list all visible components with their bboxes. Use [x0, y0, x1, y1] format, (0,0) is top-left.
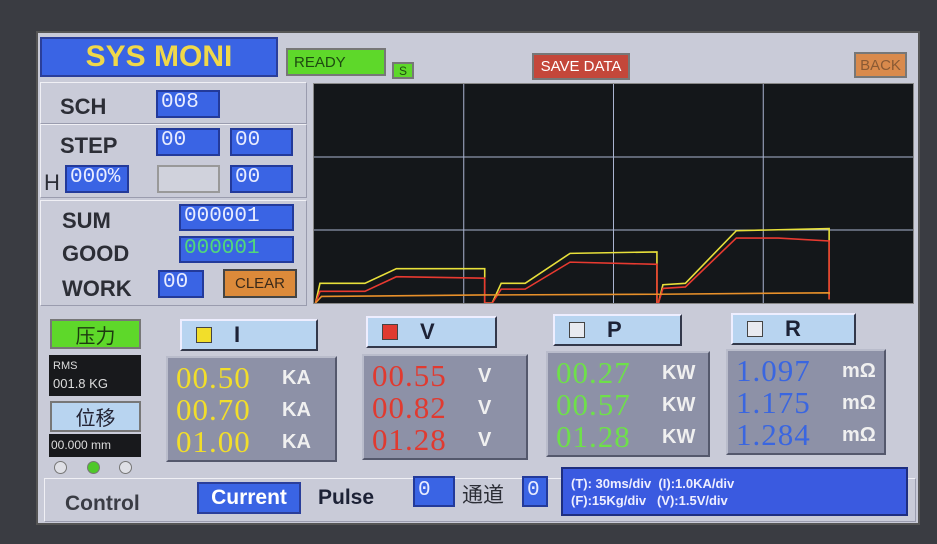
h-empty-field[interactable]	[157, 165, 220, 193]
value-row: 00.27 KW	[556, 355, 700, 390]
value-row: 01.28 V	[372, 422, 518, 457]
good-field: 000001	[179, 236, 294, 263]
channel-value: 01.28	[556, 419, 631, 454]
channel-field[interactable]: 0	[522, 476, 548, 507]
indicator-3	[119, 461, 132, 474]
channel-value: 1.284	[736, 417, 811, 452]
sum-field: 000001	[179, 204, 294, 231]
sch-field[interactable]: 008	[156, 90, 220, 118]
scale-info-box: (T): 30ms/div (I):1.0KA/div (F):15Kg/div…	[561, 467, 908, 516]
value-row: 00.57 KW	[556, 387, 700, 422]
pulse-button[interactable]: Pulse	[318, 486, 374, 510]
channel-unit: V	[478, 428, 492, 451]
channel-color-checkbox[interactable]	[196, 327, 212, 343]
channel-color-checkbox[interactable]	[382, 324, 398, 340]
channel-unit: KW	[662, 361, 696, 384]
displacement-button[interactable]: 位移	[50, 401, 141, 432]
clear-button[interactable]: CLEAR	[223, 269, 297, 298]
scale-v: (V):1.5V/div	[656, 493, 728, 508]
channel-tab-v[interactable]: V	[366, 316, 497, 348]
value-row: 00.70 KA	[176, 392, 327, 427]
channel-values-p: 00.27 KW 00.57 KW 01.28 KW	[546, 351, 710, 457]
work-label: WORK	[62, 276, 132, 301]
back-button[interactable]: BACK	[854, 52, 907, 78]
h-label: H	[44, 170, 60, 195]
channel-values-r: 1.097 mΩ 1.175 mΩ 1.284 mΩ	[726, 349, 886, 455]
ready-status: READY	[286, 48, 386, 76]
channel-tab-p[interactable]: P	[553, 314, 682, 346]
channel-label: R	[785, 316, 801, 341]
value-row: 1.284 mΩ	[736, 417, 876, 452]
channel-unit: mΩ	[842, 423, 876, 446]
h-percent-field[interactable]: 000%	[65, 165, 129, 193]
hmi-screen: SYS MONI READY S SAVE DATA BACK SCH 008 …	[36, 31, 920, 525]
channel-value: 00.50	[176, 360, 251, 395]
sum-label: SUM	[62, 208, 111, 233]
channel-value: 1.175	[736, 385, 811, 420]
channel-value: 00.82	[372, 390, 447, 425]
step-field-1[interactable]: 00	[156, 128, 220, 156]
channel-unit: KA	[282, 398, 311, 421]
value-row: 00.82 V	[372, 390, 518, 425]
value-row: 1.097 mΩ	[736, 353, 876, 388]
channel-label: I	[234, 322, 241, 347]
scale-t: (T): 30ms/div	[571, 476, 652, 491]
rms-label: RMS	[53, 360, 78, 372]
trace-i	[314, 227, 830, 303]
channel-unit: KA	[282, 430, 311, 453]
channel-unit: KW	[662, 393, 696, 416]
channel-unit: mΩ	[842, 391, 876, 414]
pressure-button[interactable]: 压力	[50, 319, 141, 349]
scale-f: (F):15Kg/div	[571, 493, 647, 508]
channel-label: V	[420, 319, 435, 344]
scale-i: (I):1.0KA/div	[658, 476, 735, 491]
channel-values-i: 00.50 KA 00.70 KA 01.00 KA	[166, 356, 337, 462]
channel-unit: KW	[662, 425, 696, 448]
title-banner: SYS MONI	[40, 37, 278, 77]
value-row: 00.50 KA	[176, 360, 327, 395]
h-field-3[interactable]: 00	[230, 165, 293, 193]
displacement-value: 00.000 mm	[49, 434, 141, 457]
channel-value: 01.00	[176, 424, 251, 459]
work-field[interactable]: 00	[158, 270, 204, 298]
channel-unit: V	[478, 364, 492, 387]
save-data-button[interactable]: SAVE DATA	[532, 53, 630, 80]
value-row: 1.175 mΩ	[736, 385, 876, 420]
step-field-2[interactable]: 00	[230, 128, 293, 156]
value-row: 01.28 KW	[556, 419, 700, 454]
channel-unit: V	[478, 396, 492, 419]
channel-tab-i[interactable]: I	[180, 319, 318, 351]
channel-color-checkbox[interactable]	[569, 322, 585, 338]
good-label: GOOD	[62, 241, 130, 266]
channel-value: 01.28	[372, 422, 447, 457]
channel-tab-r[interactable]: R	[731, 313, 856, 345]
pulse-field[interactable]: 0	[413, 476, 455, 507]
channel-label: 通道	[462, 483, 504, 507]
channel-value: 00.55	[372, 358, 447, 393]
channel-value: 00.70	[176, 392, 251, 427]
s-badge: S	[392, 62, 414, 79]
channel-color-checkbox[interactable]	[747, 321, 763, 337]
channel-value: 00.57	[556, 387, 631, 422]
indicator-2	[87, 461, 100, 474]
channel-unit: mΩ	[842, 359, 876, 382]
value-row: 00.55 V	[372, 358, 518, 393]
channel-value: 1.097	[736, 353, 811, 388]
rms-display: RMS 001.8 KG	[49, 355, 141, 396]
trace-f	[314, 291, 830, 303]
sch-label: SCH	[60, 94, 107, 119]
waveform-graph	[313, 83, 914, 304]
channel-unit: KA	[282, 366, 311, 389]
control-label: Control	[65, 492, 140, 515]
channel-label: P	[607, 317, 622, 342]
rms-value: 001.8 KG	[53, 376, 108, 391]
channel-value: 00.27	[556, 355, 631, 390]
channel-values-v: 00.55 V 00.82 V 01.28 V	[362, 354, 528, 460]
step-label: STEP	[60, 133, 118, 158]
current-button[interactable]: Current	[197, 482, 301, 514]
indicator-1	[54, 461, 67, 474]
value-row: 01.00 KA	[176, 424, 327, 459]
